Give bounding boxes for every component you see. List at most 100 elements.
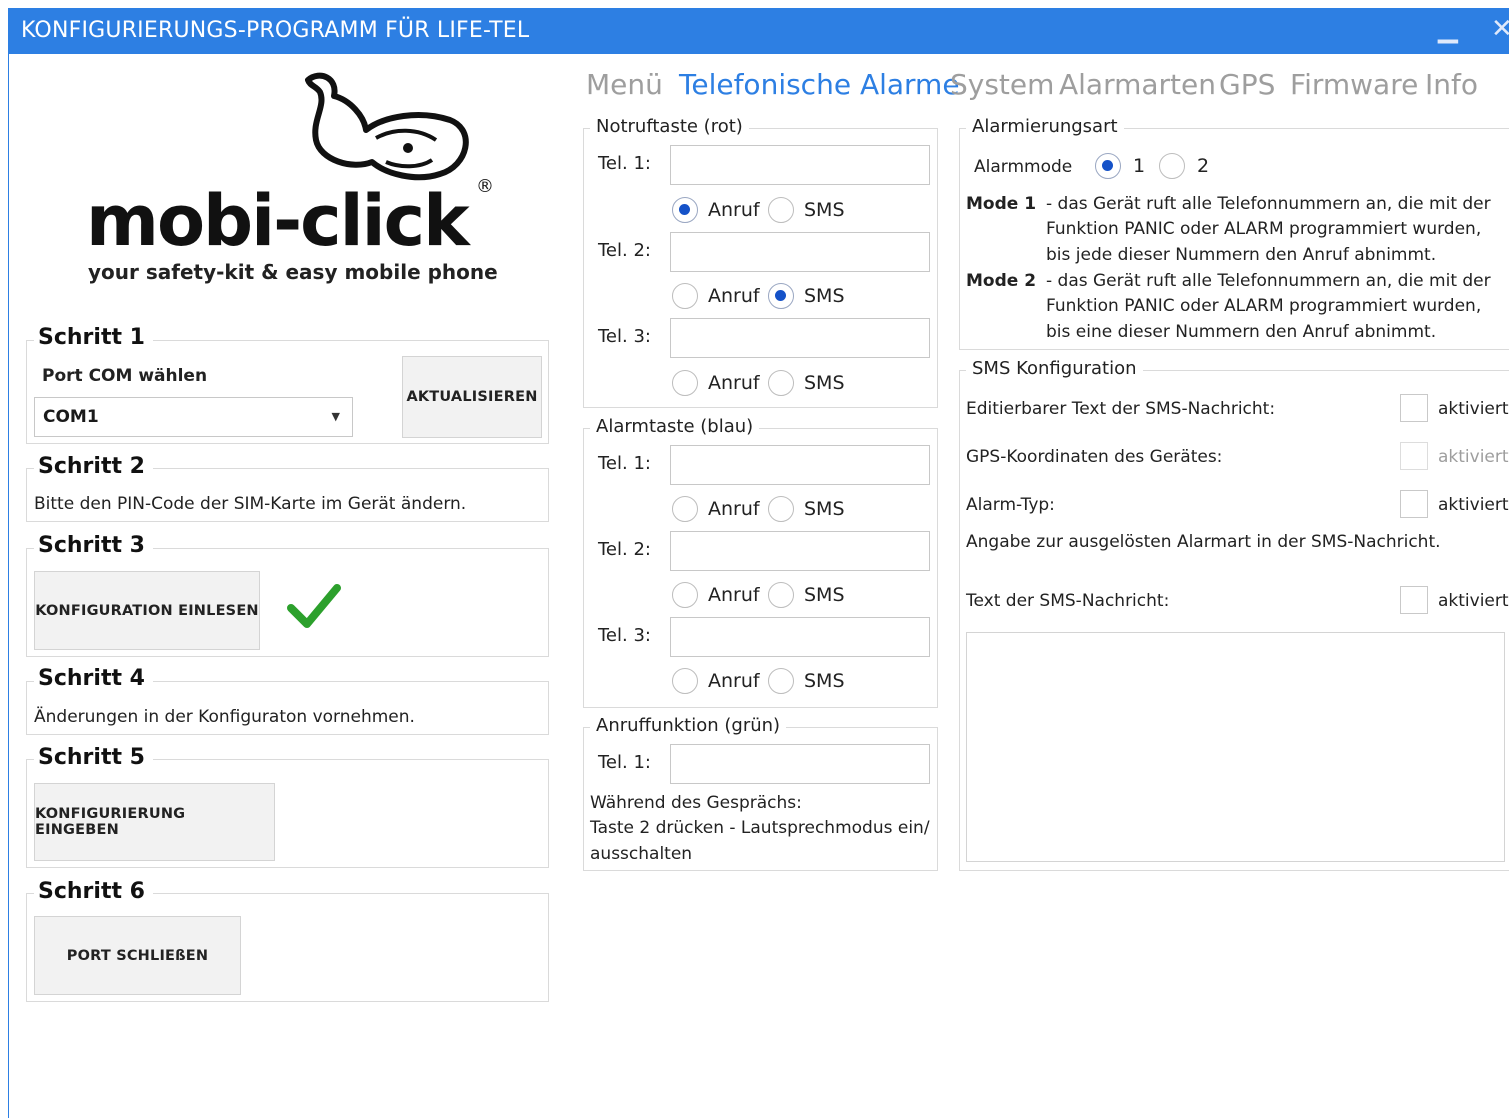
- notruf-tel-2-call-radio[interactable]: [672, 283, 698, 309]
- sms-gps-label: GPS-Koordinaten des Gerätes:: [966, 447, 1223, 467]
- read-config-button[interactable]: KONFIGURATION EINLESEN: [34, 571, 260, 650]
- sms-text-check-label: aktiviert: [1438, 591, 1509, 611]
- title-bar: KONFIGURIERUNGS-PROGRAMM FÜR LIFE-TEL ▁ …: [8, 8, 1509, 54]
- notruf-tel-1-input[interactable]: [670, 145, 930, 185]
- port-select[interactable]: COM1 ▼: [34, 397, 353, 437]
- close-icon[interactable]: ✕: [1491, 14, 1509, 44]
- tab-firmware[interactable]: Firmware: [1290, 68, 1418, 101]
- alarm-tel-1-label: Tel. 1:: [598, 453, 651, 474]
- alarm-tel-3-call-label: Anruf: [708, 670, 760, 692]
- alarm-tel-1-input[interactable]: [670, 445, 930, 485]
- chevron-down-icon: ▼: [331, 410, 340, 423]
- notruf-tel-2-sms-label: SMS: [804, 285, 845, 307]
- alarm-tel-2-call-radio[interactable]: [672, 582, 698, 608]
- sms-editable-checkbox[interactable]: [1400, 394, 1428, 422]
- alarm-tel-3-sms-radio[interactable]: [768, 668, 794, 694]
- alarm-tel-3-label: Tel. 3:: [598, 625, 651, 646]
- port-label: Port COM wählen: [42, 366, 208, 386]
- anruf-title: Anruffunktion (grün): [590, 715, 787, 736]
- mode-1-line-2: Funktion PANIC oder ALARM programmiert w…: [1046, 219, 1482, 239]
- anruf-tel-1-input[interactable]: [670, 744, 930, 784]
- alarm-title: Alarmtaste (blau): [590, 416, 760, 437]
- sms-gps-checkbox[interactable]: [1400, 442, 1428, 470]
- sms-title: SMS Konfiguration: [966, 358, 1143, 379]
- brand-tagline: your safety-kit & easy mobile phone: [88, 260, 498, 284]
- window-border: [8, 54, 9, 1118]
- notruf-tel-2-label: Tel. 2:: [598, 240, 651, 261]
- notruf-tel-2-input[interactable]: [670, 232, 930, 272]
- tab-system[interactable]: System: [950, 68, 1054, 101]
- tab-gps[interactable]: GPS: [1219, 68, 1275, 101]
- refresh-button[interactable]: AKTUALISIEREN: [402, 356, 542, 438]
- anruf-note-3: ausschalten: [590, 844, 693, 864]
- step-2-title: Schritt 2: [34, 454, 153, 479]
- notruf-tel-3-label: Tel. 3:: [598, 326, 651, 347]
- notruf-tel-1-call-radio[interactable]: [672, 197, 698, 223]
- alarm-tel-3-call-radio[interactable]: [672, 668, 698, 694]
- step-6-title: Schritt 6: [34, 879, 153, 904]
- registered-mark: ®: [476, 176, 494, 197]
- step-3-title: Schritt 3: [34, 533, 153, 558]
- notruf-tel-1-call-label: Anruf: [708, 199, 760, 221]
- port-value: COM1: [43, 407, 99, 427]
- sms-editable-check-label: aktiviert: [1438, 399, 1509, 419]
- alarm-tel-1-sms-radio[interactable]: [768, 496, 794, 522]
- sms-text-checkbox[interactable]: [1400, 586, 1428, 614]
- notruf-tel-3-call-label: Anruf: [708, 372, 760, 394]
- alarmmode-2-radio[interactable]: [1159, 153, 1185, 179]
- notruf-tel-1-sms-radio[interactable]: [768, 197, 794, 223]
- anruf-note-1: Während des Gesprächs:: [590, 793, 802, 813]
- window-title: KONFIGURIERUNGS-PROGRAMM FÜR LIFE-TEL: [21, 18, 530, 43]
- alarm-tel-3-input[interactable]: [670, 617, 930, 657]
- notruf-tel-1-label: Tel. 1:: [598, 153, 651, 174]
- whale-icon: [305, 72, 469, 181]
- alarmmode-2-label: 2: [1197, 155, 1210, 177]
- sms-alarmtyp-check-label: aktiviert: [1438, 495, 1509, 515]
- tab-menu[interactable]: Menü: [586, 68, 663, 101]
- mode-2-line-2: Funktion PANIC oder ALARM programmiert w…: [1046, 296, 1482, 316]
- write-config-button[interactable]: KONFIGURIERUNG EINGEBEN: [34, 783, 275, 861]
- alarmmode-1-radio[interactable]: [1095, 153, 1121, 179]
- close-port-button[interactable]: PORT SCHLIEßEN: [34, 916, 241, 995]
- sms-message-textarea[interactable]: [966, 632, 1505, 862]
- notruf-tel-3-sms-label: SMS: [804, 372, 845, 394]
- tab-alarmarten[interactable]: Alarmarten: [1059, 68, 1216, 101]
- checkmark-icon: [287, 584, 341, 628]
- alarm-tel-2-sms-label: SMS: [804, 584, 845, 606]
- notruf-tel-3-call-radio[interactable]: [672, 370, 698, 396]
- alarm-tel-1-sms-label: SMS: [804, 498, 845, 520]
- alarm-tel-2-call-label: Anruf: [708, 584, 760, 606]
- alarm-tel-1-call-label: Anruf: [708, 498, 760, 520]
- step-2-text: Bitte den PIN-Code der SIM-Karte im Gerä…: [34, 494, 467, 514]
- minimize-icon[interactable]: ▁: [1438, 14, 1458, 44]
- sms-alarmtyp-note: Angabe zur ausgelösten Alarmart in der S…: [966, 532, 1441, 552]
- mobi-click-logo: mobi-click ® your safety-kit & easy mobi…: [80, 70, 500, 300]
- notruf-title: Notruftaste (rot): [590, 116, 749, 137]
- alarm-tel-2-label: Tel. 2:: [598, 539, 651, 560]
- alarm-tel-1-call-radio[interactable]: [672, 496, 698, 522]
- notruf-tel-2-sms-radio[interactable]: [768, 283, 794, 309]
- alarm-tel-2-input[interactable]: [670, 531, 930, 571]
- alarm-tel-2-sms-radio[interactable]: [768, 582, 794, 608]
- tab-telefonische-alarme[interactable]: Telefonische Alarme: [679, 68, 960, 101]
- notruf-tel-3-sms-radio[interactable]: [768, 370, 794, 396]
- alarmierung-title: Alarmierungsart: [966, 116, 1124, 137]
- step-1-title: Schritt 1: [34, 325, 153, 350]
- step-4-title: Schritt 4: [34, 666, 153, 691]
- sms-gps-check-label: aktiviert: [1438, 447, 1509, 467]
- notruf-tel-2-call-label: Anruf: [708, 285, 760, 307]
- mode-2-line-3: bis eine dieser Nummern den Anruf abnimm…: [1046, 322, 1437, 342]
- step-4-text: Änderungen in der Konfiguraton vornehmen…: [34, 707, 415, 727]
- sms-alarmtyp-label: Alarm-Typ:: [966, 495, 1055, 515]
- sms-editable-label: Editierbarer Text der SMS-Nachricht:: [966, 399, 1276, 419]
- notruf-tel-3-input[interactable]: [670, 318, 930, 358]
- sms-alarmtyp-checkbox[interactable]: [1400, 490, 1428, 518]
- sms-text-label: Text der SMS-Nachricht:: [966, 591, 1170, 611]
- mode-1-title: Mode 1: [966, 194, 1037, 214]
- mode-2-title: Mode 2: [966, 271, 1037, 291]
- step-5-title: Schritt 5: [34, 745, 153, 770]
- tab-info[interactable]: Info: [1425, 68, 1478, 101]
- notruf-tel-1-sms-label: SMS: [804, 199, 845, 221]
- alarmmode-label: Alarmmode: [974, 157, 1073, 177]
- mode-1-line-1: - das Gerät ruft alle Telefonnummern an,…: [1046, 194, 1491, 214]
